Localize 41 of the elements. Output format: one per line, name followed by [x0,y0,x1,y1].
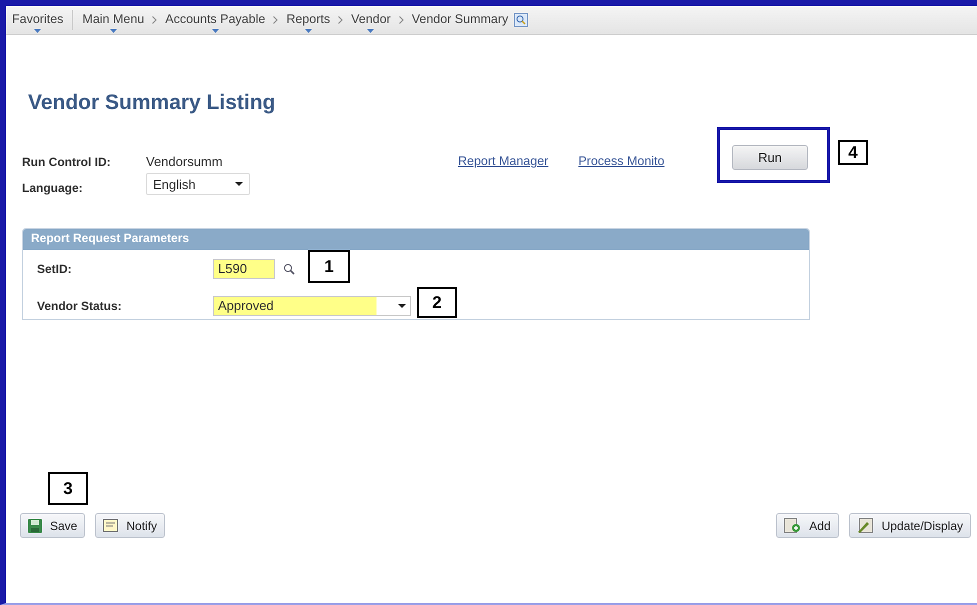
field-label: Vendor Status: [37,298,123,312]
search-icon[interactable] [283,262,295,274]
chevron-icon [273,16,278,24]
notify-button[interactable]: Notify [95,513,166,538]
breadcrumb-link[interactable]: Vendor [347,6,395,34]
step-callout: 4 [838,140,868,165]
step-callout: 1 [308,250,350,283]
panel-header: Report Request Parameters [23,229,809,250]
caret-icon [34,29,42,33]
caret-icon [212,29,219,33]
search-icon[interactable] [514,13,528,27]
page-title: Vendor Summary Listing [28,91,276,115]
save-button[interactable]: Save [20,513,86,538]
add-button[interactable]: Add [776,513,839,538]
caret-icon [304,29,312,33]
step-callout: 3 [48,472,88,505]
breadcrumb-link[interactable]: Reports [282,6,334,34]
add-page-icon [784,518,802,533]
vendor-status-dropdown[interactable]: Approved [213,296,411,316]
run-button[interactable]: Run [732,145,808,170]
chevron-icon [152,16,158,24]
caret-icon [110,29,117,33]
edit-page-icon [856,518,874,533]
field-label: Run Control ID: [22,154,112,168]
breadcrumb-link[interactable]: Main Menu [78,6,148,34]
language-dropdown[interactable]: English [146,173,250,195]
link[interactable]: Report Manager [458,154,548,195]
update-button[interactable]: Update/Display [848,513,971,538]
breadcrumb-link[interactable]: Favorites [8,6,68,34]
field-label: SetID: [37,262,73,276]
chevron-icon [398,16,404,24]
link[interactable]: Process Monito [578,154,664,195]
caret-icon [367,29,374,33]
chevron-icon [338,16,344,24]
step-callout: 2 [417,287,457,318]
run-control-value: Vendorsumm [146,154,223,169]
field-label: Language: [22,180,84,195]
breadcrumb-link[interactable]: Vendor Summary [408,6,512,34]
setid-field[interactable]: L590 [213,258,275,278]
breadcrumb-link[interactable]: Accounts Payable [161,6,270,34]
note-icon [103,519,118,532]
